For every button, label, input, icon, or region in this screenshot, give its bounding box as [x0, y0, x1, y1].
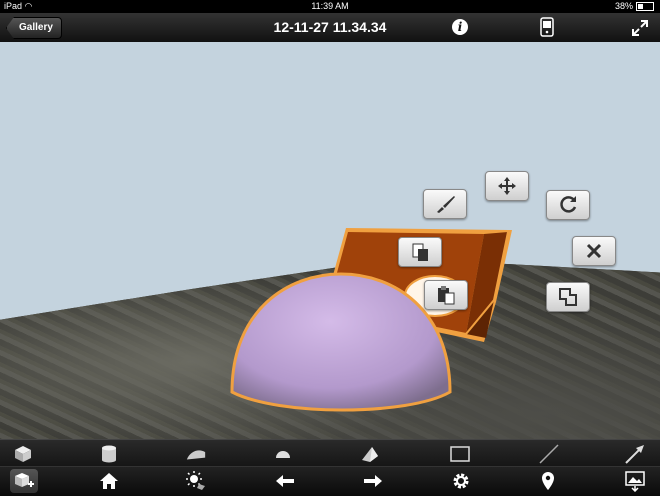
- export-image-button[interactable]: [624, 470, 646, 492]
- device-preview-icon[interactable]: [540, 17, 554, 37]
- delete-icon: [586, 243, 602, 259]
- home-icon: [100, 473, 118, 489]
- location-pin-icon: [542, 472, 554, 490]
- delete-button[interactable]: [572, 236, 616, 266]
- half-sphere[interactable]: [228, 270, 454, 416]
- move-arrows-icon: [498, 177, 516, 195]
- duplicate-icon: [559, 288, 577, 306]
- move-button[interactable]: [485, 171, 529, 201]
- clock: 11:39 AM: [311, 1, 349, 11]
- gear-icon: [453, 473, 469, 489]
- redo-button[interactable]: [362, 470, 384, 492]
- add-pyramid-button[interactable]: [358, 443, 380, 465]
- add-arrow-button[interactable]: [624, 443, 646, 465]
- copy-icon: [412, 243, 428, 261]
- add-object-button[interactable]: [10, 469, 38, 493]
- add-cube-button[interactable]: [12, 443, 34, 465]
- duplicate-button[interactable]: [546, 282, 590, 312]
- copy-button[interactable]: [398, 237, 442, 267]
- wedge-icon: [186, 450, 206, 460]
- paint-button[interactable]: [423, 189, 467, 219]
- location-button[interactable]: [537, 470, 559, 492]
- add-object-icon: [15, 473, 34, 487]
- sun-icon: [186, 471, 205, 490]
- battery-status: 38%: [615, 1, 654, 11]
- add-hemisphere-button[interactable]: [272, 443, 294, 465]
- add-cylinder-button[interactable]: [98, 443, 120, 465]
- page-title: 12-11-27 11.34.34: [273, 19, 387, 35]
- cylinder-icon: [102, 445, 116, 463]
- add-line-button[interactable]: [538, 443, 560, 465]
- redo-icon: [364, 475, 382, 487]
- pyramid-icon: [362, 447, 378, 462]
- undo-icon: [276, 475, 294, 487]
- rectangle-icon: [450, 446, 470, 462]
- cube-icon: [15, 446, 31, 462]
- paste-icon: [438, 286, 455, 305]
- bottom-toolbar: [0, 466, 660, 496]
- settings-button[interactable]: [450, 470, 472, 492]
- navigation-bar: Gallery 12-11-27 11.34.34 i: [0, 13, 660, 43]
- paste-button[interactable]: [424, 280, 468, 310]
- battery-percent: 38%: [614, 1, 633, 11]
- undo-button[interactable]: [274, 470, 296, 492]
- battery-icon: [636, 1, 654, 11]
- fullscreen-icon[interactable]: [631, 19, 649, 37]
- add-wedge-button[interactable]: [185, 443, 207, 465]
- add-rectangle-button[interactable]: [449, 443, 471, 465]
- lighting-button[interactable]: [185, 470, 207, 492]
- rotate-button[interactable]: [546, 190, 590, 220]
- shapes-toolbar: [0, 439, 660, 467]
- rotate-icon: [560, 196, 577, 213]
- image-export-icon: [625, 471, 645, 492]
- home-button[interactable]: [98, 470, 120, 492]
- 3d-viewport[interactable]: [0, 42, 660, 439]
- status-bar: iPad ◠ 11:39 AM 38%: [0, 0, 660, 13]
- info-button[interactable]: i: [452, 19, 468, 35]
- paint-brush-icon: [437, 196, 455, 213]
- line-icon: [539, 444, 559, 464]
- arrow-icon: [625, 445, 644, 464]
- hemisphere-icon: [276, 451, 290, 458]
